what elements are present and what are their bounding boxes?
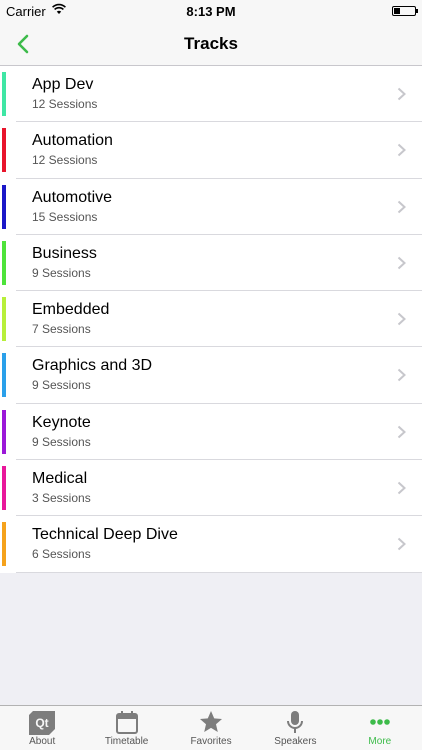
chevron-right-icon (397, 481, 406, 495)
track-session-count: 6 Sessions (32, 547, 91, 562)
track-row[interactable]: Medical 3 Sessions (0, 460, 422, 517)
track-color-bar (2, 353, 6, 398)
chevron-right-icon (397, 256, 406, 270)
tab-bar: Qt About Timetable Favorites Speakers Mo… (0, 705, 422, 750)
track-color-bar (2, 128, 6, 173)
track-name: Keynote (32, 413, 91, 431)
navigation-bar: Tracks (0, 22, 422, 66)
track-session-count: 9 Sessions (32, 434, 91, 449)
row-separator (16, 571, 422, 573)
track-name: Automation (32, 132, 113, 150)
track-color-bar (2, 409, 6, 454)
tab-speakers[interactable]: Speakers (253, 706, 337, 750)
track-name: Business (32, 244, 97, 262)
track-name: Automotive (32, 188, 113, 206)
qt-logo-icon: Qt (29, 711, 56, 735)
tab-timetable-label: Timetable (104, 736, 149, 747)
clock: 8:13 PM (186, 4, 236, 19)
track-color-bar (2, 297, 6, 342)
tab-about-label: About (29, 736, 56, 747)
track-row[interactable]: App Dev 12 Sessions (0, 66, 422, 123)
track-name: Technical Deep Dive (32, 526, 178, 544)
page-title: Tracks (184, 34, 238, 53)
chevron-right-icon (397, 144, 406, 157)
more-dots-icon (370, 719, 390, 725)
tracks-list: App Dev 12 Sessions Automation 12 Sessions A… (0, 66, 422, 573)
track-name: Embedded (32, 301, 110, 319)
track-row[interactable]: Embedded 7 Sessions (0, 291, 422, 348)
track-session-count: 9 Sessions (32, 378, 91, 393)
status-bar: Carrier 8:13 PM (0, 0, 422, 22)
track-row[interactable]: Technical Deep Dive 6 Sessions (0, 516, 422, 573)
track-session-count: 15 Sessions (32, 209, 98, 224)
tab-more[interactable]: More (338, 706, 422, 750)
track-name: App Dev (32, 76, 94, 93)
tab-timetable[interactable]: Timetable (84, 706, 168, 750)
tab-speakers-label: Speakers (274, 736, 317, 747)
track-session-count: 12 Sessions (32, 153, 98, 168)
track-session-count: 12 Sessions (32, 97, 98, 111)
battery-icon (392, 6, 418, 16)
track-row[interactable]: Business 9 Sessions (0, 235, 422, 292)
track-color-bar (2, 240, 6, 285)
track-name: Graphics and 3D (32, 357, 153, 375)
chevron-right-icon (397, 369, 406, 382)
track-color-bar (2, 522, 6, 567)
microphone-icon (287, 711, 304, 733)
track-row[interactable]: Automation 12 Sessions (0, 122, 422, 179)
track-row[interactable]: Graphics and 3D 9 Sessions (0, 347, 422, 404)
track-session-count: 3 Sessions (32, 491, 91, 506)
track-row[interactable]: Automotive 15 Sessions (0, 179, 422, 235)
track-row[interactable]: Keynote 9 Sessions (0, 404, 422, 461)
chevron-right-icon (397, 538, 406, 551)
chevron-right-icon (397, 200, 406, 213)
tab-favorites-label: Favorites (190, 736, 232, 747)
tab-about[interactable]: Qt About (0, 706, 84, 750)
calendar-icon (115, 711, 138, 734)
track-session-count: 7 Sessions (32, 322, 91, 337)
track-color-bar (2, 184, 6, 229)
track-session-count: 9 Sessions (32, 265, 91, 280)
svg-text:Qt: Qt (36, 716, 49, 730)
track-name: Medical (32, 470, 88, 488)
track-color-bar (2, 466, 6, 511)
tab-favorites[interactable]: Favorites (169, 706, 253, 750)
chevron-right-icon (397, 87, 406, 101)
track-color-bar (2, 72, 6, 116)
tab-more-label: More (368, 736, 392, 747)
star-icon (200, 711, 223, 732)
chevron-right-icon (397, 425, 406, 439)
chevron-right-icon (397, 312, 406, 326)
